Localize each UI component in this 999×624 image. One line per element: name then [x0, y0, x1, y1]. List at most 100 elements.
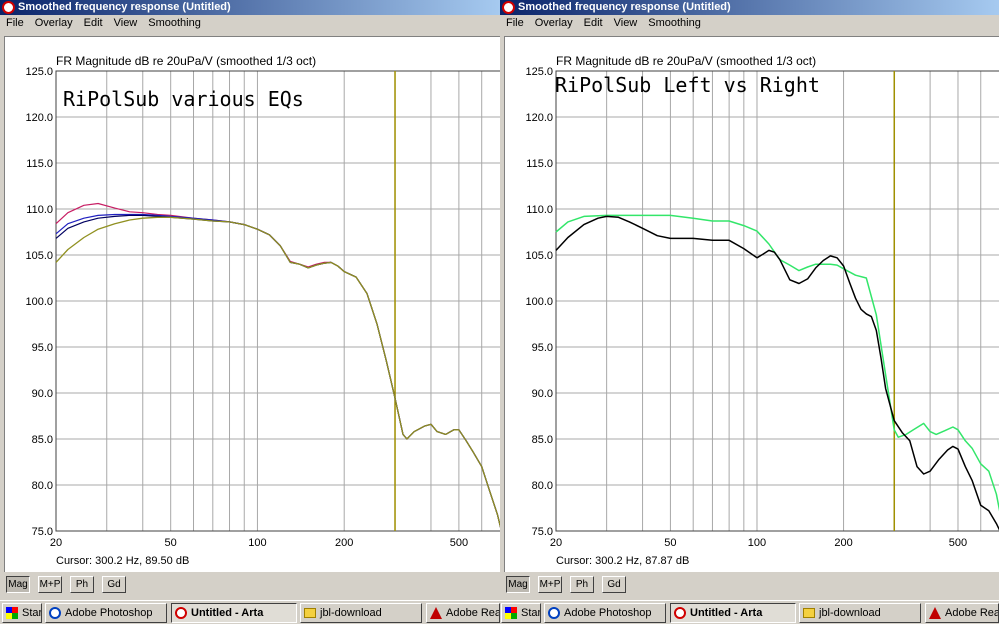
- task-label: jbl-download: [320, 607, 382, 619]
- menu-overlay[interactable]: Overlay: [529, 15, 578, 32]
- y-tick-label: 110.0: [26, 204, 53, 216]
- task-label: Adobe Photoshop: [564, 607, 652, 619]
- y-tick-label: 110.0: [526, 204, 553, 216]
- chart-title: FR Magnitude dB re 20uPa/V (smoothed 1/3…: [56, 54, 316, 68]
- task-label: jbl-download: [819, 607, 881, 619]
- y-tick-label: 80.0: [532, 480, 553, 492]
- taskbar: Start Adobe Photoshop Untitled - Arta jb…: [0, 600, 999, 624]
- right-overlay-text: RiPolSub Left vs Right: [555, 73, 820, 97]
- start-button[interactable]: Start: [501, 603, 541, 623]
- task-label: Adobe Reader: [945, 607, 999, 619]
- x-tick-label: 100: [748, 537, 766, 549]
- left-overlay-text: RiPolSub various EQs: [63, 87, 304, 111]
- left-title-bar[interactable]: Smoothed frequency response (Untitled): [0, 0, 500, 15]
- right-menu-bar: File Overlay Edit View Smoothing: [500, 15, 999, 32]
- windows-logo-icon: [6, 607, 18, 619]
- task-label: Start: [521, 607, 541, 619]
- y-tick-label: 125.0: [25, 66, 53, 78]
- task-label: Adobe Photoshop: [65, 607, 153, 619]
- y-tick-label: 85.0: [532, 434, 553, 446]
- left-graph-canvas[interactable]: 125.0 120.0 115.0 110.0 105.0 100.0 95.0 90.0 85…: [4, 36, 500, 572]
- menu-view[interactable]: View: [608, 15, 643, 32]
- x-tick-label: 50: [664, 537, 676, 549]
- y-tick-label: 100.0: [25, 296, 53, 308]
- start-button[interactable]: Start: [2, 603, 42, 623]
- x-tick-label: 200: [335, 537, 353, 549]
- menu-edit[interactable]: Edit: [578, 15, 608, 32]
- menu-smoothing[interactable]: Smoothing: [642, 15, 706, 32]
- task-label: Start: [22, 607, 42, 619]
- y-tick-label: 115.0: [26, 158, 53, 170]
- task-photoshop[interactable]: Adobe Photoshop: [45, 603, 167, 623]
- chart-title: FR Magnitude dB re 20uPa/V (smoothed 1/3…: [556, 54, 816, 68]
- task-label: Adobe Reader: [446, 607, 500, 619]
- task-adobe-reader[interactable]: Adobe Reader: [925, 603, 999, 623]
- arta-app-icon: [2, 1, 15, 14]
- y-tick-label: 100.0: [525, 296, 553, 308]
- series-line: [55, 216, 500, 528]
- mag-phase-button[interactable]: M+P: [538, 576, 562, 593]
- series-line: [55, 213, 500, 528]
- photoshop-icon: [548, 607, 560, 619]
- y-tick-label: 115.0: [526, 158, 553, 170]
- folder-icon: [803, 608, 815, 618]
- x-tick-label: 500: [450, 537, 468, 549]
- x-tick-label: 100: [248, 537, 266, 549]
- left-window: Smoothed frequency response (Untitled) F…: [0, 0, 500, 600]
- arta-icon: [175, 607, 187, 619]
- cursor-readout: Cursor: 300.2 Hz, 87.87 dB: [556, 555, 689, 567]
- series-line: [55, 214, 500, 528]
- photoshop-icon: [49, 607, 61, 619]
- mag-phase-button[interactable]: M+P: [38, 576, 62, 593]
- menu-smoothing[interactable]: Smoothing: [142, 15, 206, 32]
- menu-edit[interactable]: Edit: [78, 15, 108, 32]
- y-tick-label: 125.0: [525, 66, 553, 78]
- task-label: Untitled - Arta: [191, 607, 264, 619]
- menu-overlay[interactable]: Overlay: [29, 15, 78, 32]
- task-arta[interactable]: Untitled - Arta: [670, 603, 796, 623]
- arta-app-icon: [502, 1, 515, 14]
- y-tick-label: 105.0: [25, 250, 53, 262]
- x-tick-label: 50: [165, 537, 177, 549]
- phase-button[interactable]: Ph: [570, 576, 594, 593]
- task-photoshop[interactable]: Adobe Photoshop: [544, 603, 666, 623]
- folder-icon: [304, 608, 316, 618]
- y-tick-label: 120.0: [25, 112, 53, 124]
- task-jbl-download[interactable]: jbl-download: [799, 603, 921, 623]
- windows-logo-icon: [505, 607, 517, 619]
- task-label: Untitled - Arta: [690, 607, 763, 619]
- menu-view[interactable]: View: [108, 15, 143, 32]
- right-title-bar[interactable]: Smoothed frequency response (Untitled): [500, 0, 999, 15]
- arta-icon: [674, 607, 686, 619]
- right-window: Smoothed frequency response (Untitled) F…: [500, 0, 999, 600]
- task-arta[interactable]: Untitled - Arta: [171, 603, 297, 623]
- x-tick-label: 20: [50, 537, 62, 549]
- right-window-title: Smoothed frequency response (Untitled): [518, 1, 731, 13]
- phase-button[interactable]: Ph: [70, 576, 94, 593]
- mag-button[interactable]: Mag: [506, 576, 530, 593]
- y-tick-label: 95.0: [32, 342, 53, 354]
- series-line: [555, 215, 999, 531]
- mag-button[interactable]: Mag: [6, 576, 30, 593]
- task-adobe-reader[interactable]: Adobe Reader: [426, 603, 500, 623]
- pdf-icon: [430, 607, 442, 619]
- group-delay-button[interactable]: Gd: [102, 576, 126, 593]
- y-tick-label: 85.0: [32, 434, 53, 446]
- task-jbl-download[interactable]: jbl-download: [300, 603, 422, 623]
- y-tick-label: 90.0: [32, 388, 53, 400]
- left-window-title: Smoothed frequency response (Untitled): [18, 1, 231, 13]
- menu-file[interactable]: File: [0, 15, 29, 32]
- y-tick-label: 80.0: [32, 480, 53, 492]
- right-graph-canvas[interactable]: 125.0 120.0 115.0 110.0 105.0 100.0 95.0 90.0 85…: [504, 36, 999, 572]
- x-tick-label: 20: [550, 537, 562, 549]
- pdf-icon: [929, 607, 941, 619]
- left-menu-bar: File Overlay Edit View Smoothing: [0, 15, 500, 32]
- x-tick-label: 500: [949, 537, 967, 549]
- x-tick-label: 200: [834, 537, 852, 549]
- series-line: [55, 202, 500, 528]
- cursor-readout: Cursor: 300.2 Hz, 89.50 dB: [56, 555, 189, 567]
- y-tick-label: 90.0: [532, 388, 553, 400]
- group-delay-button[interactable]: Gd: [602, 576, 626, 593]
- menu-file[interactable]: File: [500, 15, 529, 32]
- y-tick-label: 105.0: [525, 250, 553, 262]
